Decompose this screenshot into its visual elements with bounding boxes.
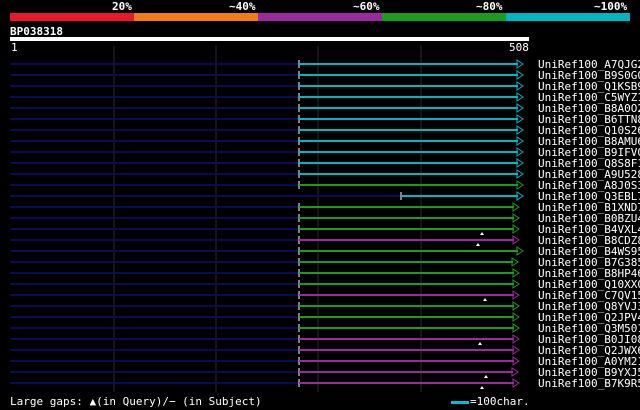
scale-legend: =100char. [451, 395, 530, 408]
query-gap-marker-icon [480, 386, 484, 389]
query-gap-marker-icon [476, 243, 480, 246]
gap-legend-footer: Large gaps: ▲(in Query)/− (in Subject) [10, 395, 262, 408]
query-gap-marker-icon [484, 375, 488, 378]
hit-label-uniref100-b7k9r5[interactable]: UniRef100_B7K9R5 [538, 378, 640, 389]
scale-swatch-icon [451, 400, 469, 404]
scale-text: =100char. [470, 395, 530, 408]
query-gap-marker-icon [483, 298, 487, 301]
query-gap-marker-icon [480, 232, 484, 235]
query-gap-marker-icon [478, 342, 482, 345]
